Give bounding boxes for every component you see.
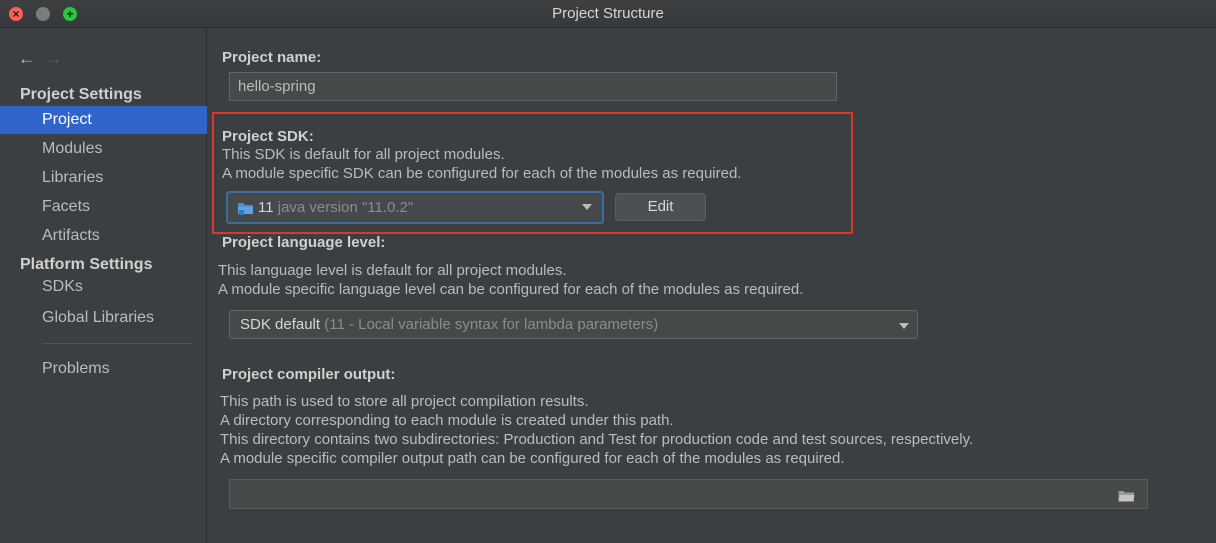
language-level-description-1: This language level is default for all p…: [218, 262, 567, 279]
sidebar-divider: [42, 343, 192, 344]
language-level-description-2: A module specific language level can be …: [218, 281, 804, 298]
compiler-output-description-2: A directory corresponding to each module…: [220, 412, 674, 429]
sidebar-item-facets[interactable]: Facets: [0, 193, 207, 221]
platform-settings-header: Platform Settings: [20, 256, 153, 273]
sidebar-item-problems[interactable]: Problems: [0, 355, 207, 383]
sdk-highlight-annotation: [212, 112, 853, 234]
language-level-detail-text: (11 - Local variable syntax for lambda p…: [324, 316, 659, 333]
language-level-main-text: SDK default: [240, 316, 321, 333]
compiler-output-path-input[interactable]: [229, 479, 1148, 509]
compiler-output-label: Project compiler output:: [222, 366, 396, 383]
browse-folder-icon[interactable]: [1118, 489, 1135, 507]
sidebar: ← → Project Settings Project Modules Libr…: [0, 28, 207, 543]
back-arrow-icon[interactable]: ←: [18, 49, 35, 68]
title-bar: × + Project Structure: [0, 0, 1216, 28]
nav-arrows: ← →: [18, 50, 62, 67]
language-level-label: Project language level:: [222, 234, 386, 251]
window-title: Project Structure: [552, 5, 664, 22]
project-name-input[interactable]: hello-spring: [229, 72, 837, 101]
compiler-output-description-4: A module specific compiler output path c…: [220, 450, 845, 467]
project-settings-header: Project Settings: [20, 86, 142, 103]
sidebar-item-libraries[interactable]: Libraries: [0, 164, 207, 192]
compiler-output-description-3: This directory contains two subdirectori…: [220, 431, 974, 448]
sidebar-item-modules[interactable]: Modules: [0, 135, 207, 163]
compiler-output-description-1: This path is used to store all project c…: [220, 393, 589, 410]
language-level-dropdown[interactable]: SDK default (11 - Local variable syntax …: [229, 310, 918, 339]
sidebar-item-global-libraries[interactable]: Global Libraries: [0, 304, 207, 332]
sidebar-item-artifacts[interactable]: Artifacts: [0, 222, 207, 250]
language-level-selected: SDK default (11 - Local variable syntax …: [240, 316, 658, 333]
forward-arrow-icon[interactable]: →: [45, 49, 62, 68]
project-name-label: Project name:: [222, 49, 322, 66]
sidebar-item-sdks[interactable]: SDKs: [0, 273, 207, 301]
chevron-down-icon: [899, 323, 909, 329]
sidebar-item-project[interactable]: Project: [0, 106, 207, 134]
